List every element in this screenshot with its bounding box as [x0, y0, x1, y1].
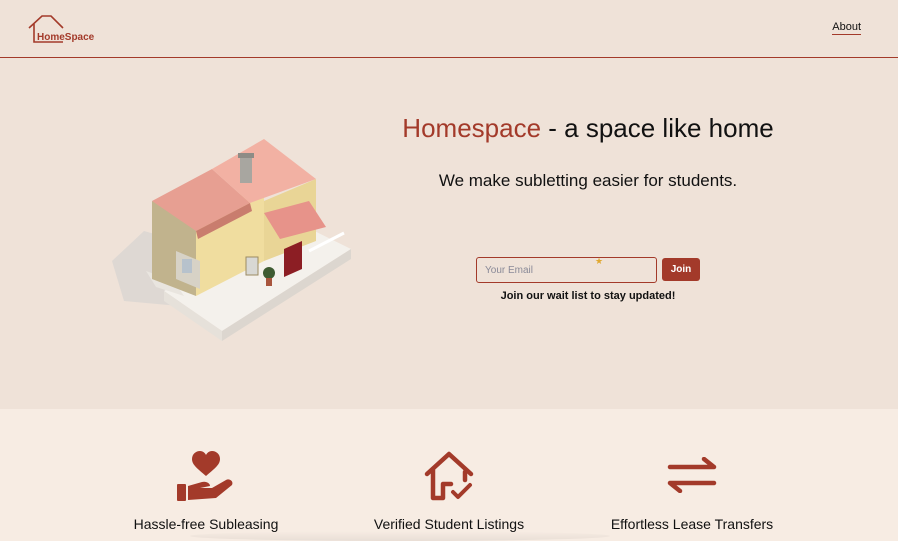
page: HomeSpace About Homespace - a space like… [0, 0, 898, 541]
hero-title-rest: - a space like home [541, 113, 774, 143]
bottom-shadow [190, 531, 610, 541]
sparkle-icon: ★ [595, 256, 604, 266]
email-input[interactable] [476, 257, 657, 283]
hero-title-brand: Homespace [402, 113, 542, 143]
join-button[interactable]: Join [662, 258, 700, 281]
hero-subtitle: We make subletting easier for students. [438, 171, 738, 190]
logo[interactable]: HomeSpace [27, 13, 99, 45]
features-section: Hassle-free Subleasing Verified Student … [0, 409, 898, 541]
hero-section: Homespace - a space like home We make su… [0, 59, 898, 409]
feature-label: Hassle-free Subleasing [133, 516, 279, 532]
header: HomeSpace About [0, 0, 898, 58]
house-illustration [112, 139, 351, 341]
hero-title: Homespace - a space like home [330, 113, 846, 144]
waitlist-text: Join our wait list to stay updated! [500, 290, 676, 302]
feature-label: Effortless Lease Transfers [610, 516, 774, 532]
house-check-icon [424, 451, 474, 501]
nav-about-link[interactable]: About [832, 21, 861, 35]
arrows-exchange-icon [667, 457, 717, 493]
feature-label: Verified Student Listings [373, 516, 525, 532]
heart-hand-icon [177, 451, 233, 501]
logo-text: HomeSpace [37, 32, 95, 43]
